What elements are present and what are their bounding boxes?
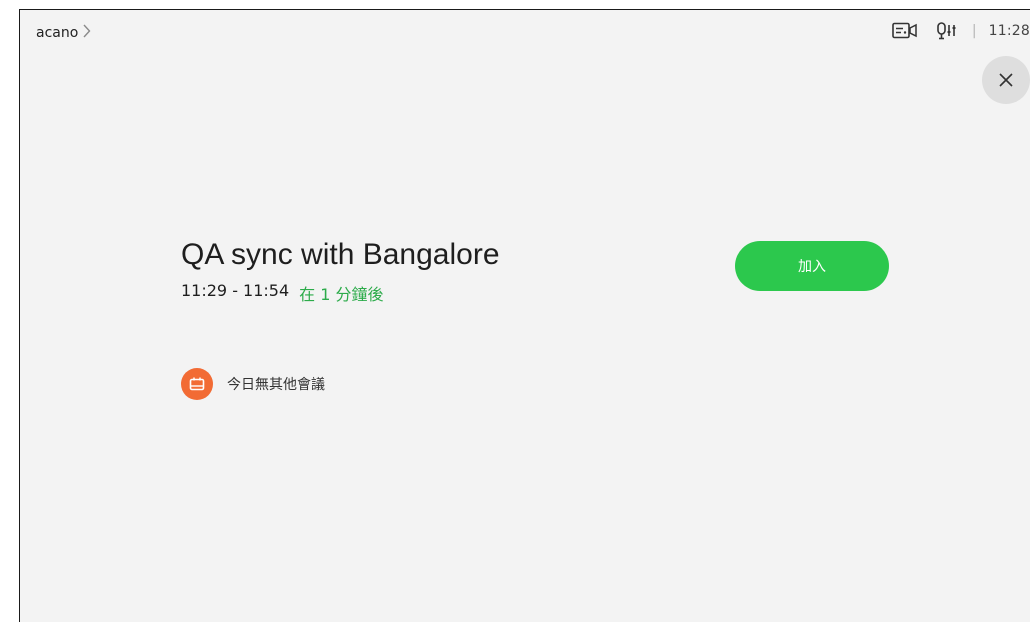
chevron-right-icon bbox=[82, 24, 91, 41]
device-name-button[interactable]: acano bbox=[36, 24, 91, 41]
audio-settings-icon[interactable] bbox=[936, 22, 958, 40]
clock: 11:28 bbox=[988, 23, 1030, 39]
touch-panel-screen: acano | 11:28 QA sync with Bangalore 11:… bbox=[19, 9, 1030, 622]
calendar-icon bbox=[181, 368, 213, 400]
agenda-empty-row: 今日無其他會議 bbox=[181, 368, 325, 400]
status-separator: | bbox=[971, 23, 977, 39]
agenda-empty-message: 今日無其他會議 bbox=[227, 377, 325, 393]
meeting-starts-in: 在 1 分鐘後 bbox=[299, 285, 384, 304]
device-name-label: acano bbox=[36, 24, 79, 41]
join-button[interactable]: 加入 bbox=[735, 241, 889, 291]
close-icon bbox=[999, 73, 1013, 87]
close-button[interactable] bbox=[982, 56, 1030, 104]
video-layout-icon[interactable] bbox=[892, 22, 918, 40]
meeting-time-row: 11:29 - 11:54 在 1 分鐘後 bbox=[181, 281, 384, 305]
meeting-title: QA sync with Bangalore bbox=[181, 238, 500, 271]
meeting-time-range: 11:29 - 11:54 bbox=[181, 281, 290, 300]
top-bar: acano | 11:28 bbox=[20, 10, 1030, 56]
status-area: | 11:28 bbox=[892, 22, 1030, 40]
